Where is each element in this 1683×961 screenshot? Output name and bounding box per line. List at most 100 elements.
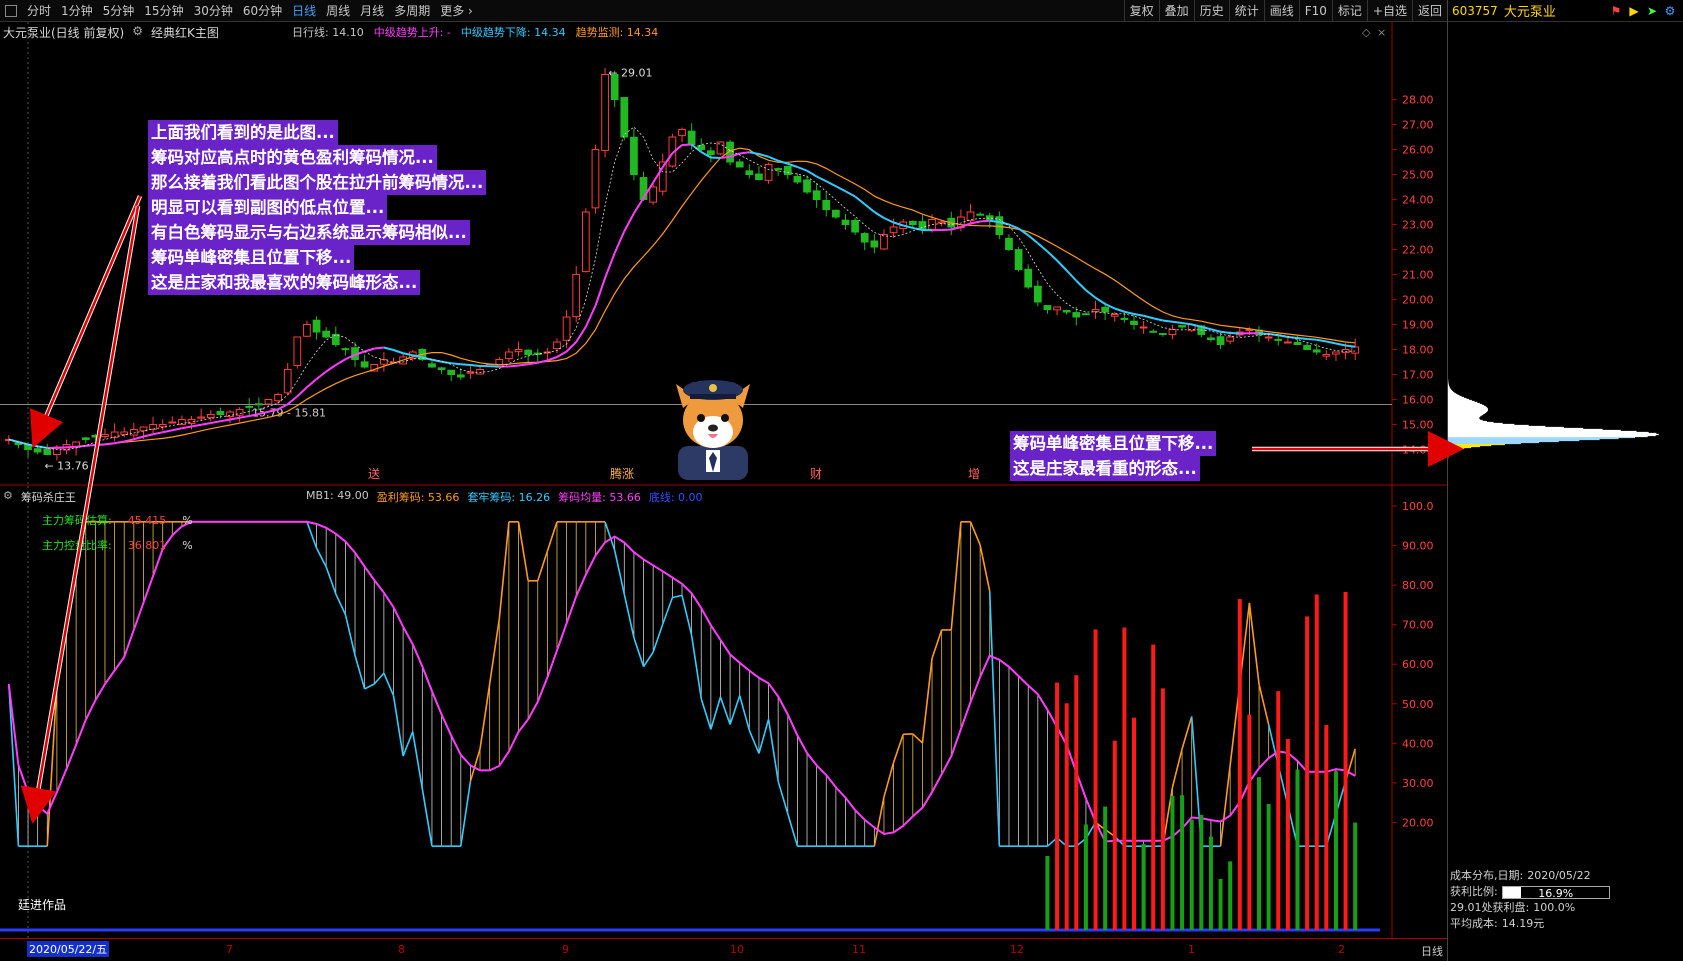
mid-trend-ma-segment [451, 362, 461, 366]
mid-trend-ma-segment [172, 427, 183, 432]
candle-body [43, 449, 52, 456]
main-force-bar [1305, 616, 1310, 930]
profit-chip-line [8, 683, 20, 847]
candle-body [1082, 313, 1090, 316]
profit-chip-line [969, 521, 981, 546]
period-label: 日线 [1421, 945, 1443, 958]
main-force-bar [1055, 682, 1060, 930]
candle-body [274, 394, 282, 402]
close-chart-icon[interactable]: × [1377, 26, 1386, 39]
settings-icon[interactable]: ⚙ [1663, 4, 1677, 18]
period-tab-0[interactable]: 分时 [22, 0, 56, 22]
mid-trend-ma-segment [565, 341, 577, 353]
profit-chip-line [306, 521, 318, 549]
mid-trend-ma-segment [1153, 317, 1164, 322]
candle-body [793, 175, 802, 183]
expand-icon[interactable]: ◇ [1362, 26, 1371, 39]
mid-trend-ma-segment [114, 440, 125, 445]
period-tab-2[interactable]: 5分钟 [98, 0, 140, 22]
sub-indicator-name[interactable]: 筹码杀庄王 [21, 489, 76, 505]
main-force-bar [1295, 769, 1300, 930]
candle-body [129, 429, 138, 436]
profit-chip-line [1258, 683, 1270, 725]
period-tab-8[interactable]: 月线 [355, 0, 389, 22]
event-marker[interactable]: 送 [368, 466, 380, 481]
main-force-bar [1343, 591, 1348, 930]
annotation-line: 筹码单峰密集且位置下移... [148, 245, 355, 270]
mid-trend-ma-segment [816, 175, 827, 183]
mid-trend-ma-segment [143, 433, 154, 438]
candle-body [1062, 310, 1071, 313]
period-tab-1[interactable]: 1分钟 [56, 0, 98, 22]
profit-chip-line [315, 547, 327, 568]
chip-indicator-chart[interactable]: 100.0 90.00 80.00 70.00 60.00 50.00 40.00 30.00… [0, 486, 1447, 938]
toolbar-button-8[interactable]: 返回 [1411, 0, 1447, 22]
mid-trend-ma-segment [95, 443, 106, 446]
toolbar-button-1[interactable]: 叠加 [1158, 0, 1194, 22]
play-icon[interactable]: ▶ [1627, 4, 1641, 18]
toolbar-button-2[interactable]: 历史 [1193, 0, 1229, 22]
low-marker: ← 13.76 [44, 460, 88, 473]
profit-chip-line [56, 629, 68, 685]
candle-body [120, 431, 129, 435]
event-marker[interactable]: 腾涨 [610, 466, 634, 481]
cursor-icon[interactable]: ➤ [1645, 4, 1659, 18]
period-tab-5[interactable]: 60分钟 [238, 0, 287, 22]
toolbar-button-3[interactable]: 统计 [1228, 0, 1264, 22]
period-tab-6[interactable]: 日线 [287, 0, 321, 22]
profit-chip-line [912, 733, 923, 744]
profit-chip-line [325, 566, 337, 595]
mid-trend-ma-segment [1335, 342, 1346, 347]
toolbar-button-0[interactable]: 复权 [1123, 0, 1159, 22]
profit-chip-line [411, 731, 424, 790]
candle-body [447, 369, 456, 375]
window-menu-icon[interactable] [5, 4, 17, 17]
flag-icon[interactable]: ⚑ [1609, 4, 1623, 18]
sub-indicator-gear-icon[interactable]: ⚙ [3, 489, 13, 505]
price-axis-label: 25.00 [1402, 169, 1434, 182]
sub-axis-label: 70.00 [1402, 619, 1434, 632]
toolbar-button-6[interactable]: 标记 [1331, 0, 1367, 22]
month-tick: 7 [226, 943, 233, 956]
mid-trend-ma-segment [710, 156, 721, 159]
toolbar-button-5[interactable]: F10 [1298, 0, 1332, 22]
mid-trend-ma-segment [864, 203, 875, 213]
price-axis-label: 14.00 [1402, 444, 1434, 457]
mid-trend-ma-segment [556, 350, 568, 358]
main-force-bar [1093, 629, 1098, 930]
month-tick: 2 [1338, 943, 1345, 956]
event-marker[interactable]: 增 [968, 467, 980, 481]
profit-chip-line [633, 637, 645, 667]
main-force-bar [1218, 878, 1223, 930]
period-tab-7[interactable]: 周线 [321, 0, 355, 22]
candle-body [91, 435, 100, 438]
mid-trend-ma-segment [970, 220, 981, 225]
mid-trend-ma-segment [1133, 313, 1144, 317]
profit-chip-line [777, 781, 789, 814]
profit-chip-line [373, 672, 385, 685]
mid-trend-ma-segment [181, 425, 192, 430]
candle-body [168, 421, 177, 424]
mid-trend-ma-segment [720, 155, 731, 159]
main-force-bar [1324, 724, 1329, 930]
period-tab-3[interactable]: 15分钟 [139, 0, 188, 22]
sub-axis-label: 100.0 [1402, 500, 1434, 513]
period-tab-9[interactable]: 多周期 [389, 0, 435, 22]
toolbar-button-7[interactable]: +自选 [1366, 0, 1412, 22]
candle-body [158, 424, 167, 428]
toolbar-button-4[interactable]: 画线 [1263, 0, 1299, 22]
mid-trend-ma-segment [66, 445, 77, 449]
profit-chip-line [613, 550, 626, 595]
mid-trend-ma-segment [806, 169, 818, 178]
period-tab-10[interactable]: 更多 › [435, 0, 478, 22]
candle-body [553, 341, 561, 350]
candle-body [1216, 336, 1225, 345]
month-tick: 12 [1010, 943, 1024, 956]
period-tab-4[interactable]: 30分钟 [189, 0, 238, 22]
mid-trend-ma-segment [364, 347, 375, 353]
profit-chip-line [662, 597, 674, 625]
mid-trend-ma-segment [1094, 296, 1106, 305]
mid-trend-ma-segment [1297, 337, 1308, 340]
event-marker[interactable]: 财 [810, 467, 822, 481]
main-force-bar [1103, 806, 1108, 930]
